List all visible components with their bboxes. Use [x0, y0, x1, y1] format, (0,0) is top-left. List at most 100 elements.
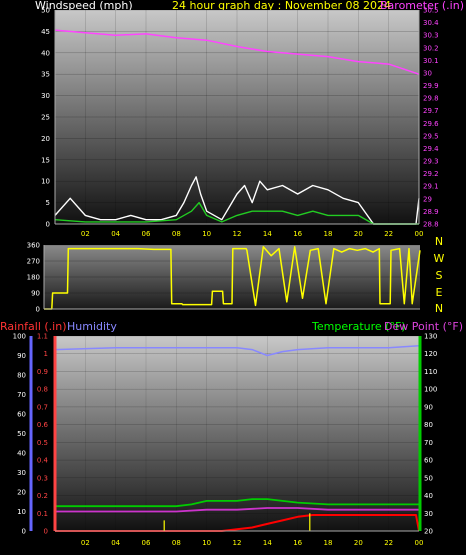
rain-y-tick: 0.5: [37, 439, 48, 447]
climate-x-tick: 10: [202, 539, 211, 547]
humidity-y-tick: 30: [17, 469, 26, 477]
barometer-y-tick: 30.5: [423, 7, 439, 15]
rain-y-tick: 0: [44, 528, 48, 536]
temperature-y-tick: 60: [424, 457, 433, 465]
rain-y-tick: 0.7: [37, 403, 48, 411]
rain-y-tick: 0.9: [37, 368, 48, 376]
barometer-y-tick: 29.4: [423, 145, 439, 153]
humidity-y-tick: 40: [17, 450, 26, 458]
climate-x-tick: 08: [172, 539, 181, 547]
temperature-y-tick: 20: [424, 528, 433, 536]
barometer-y-tick: 29.2: [423, 170, 439, 178]
wind-x-tick: 16: [293, 230, 302, 238]
temperature-y-tick: 40: [424, 492, 433, 500]
direction-y-tick: 0: [36, 306, 40, 314]
wind-x-tick: 14: [263, 230, 272, 238]
climate-x-tick: 22: [384, 539, 393, 547]
barometer-y-tick: 28.8: [423, 221, 439, 229]
temperature-y-tick: 90: [424, 403, 433, 411]
compass-letter: W: [434, 252, 445, 265]
compass-letter: N: [435, 302, 443, 315]
temperature-y-tick: 100: [424, 386, 437, 394]
rain-y-tick: 1: [44, 350, 48, 358]
temperature-y-tick: 130: [424, 333, 437, 341]
wind-x-tick: 20: [354, 230, 363, 238]
humidity-y-tick: 80: [17, 372, 26, 380]
weather-graph: Windspeed (mph) 24 hour graph day : Nove…: [0, 0, 464, 547]
wind-y-tick: 10: [41, 178, 50, 186]
rain-y-tick: 0.2: [37, 492, 48, 500]
temperature-y-tick: 30: [424, 510, 433, 518]
dewpoint-axis-title: Dew Point (°F): [384, 320, 463, 333]
rain-y-tick: 1.1: [37, 333, 48, 341]
barometer-y-tick: 30: [423, 69, 432, 77]
climate-x-tick: 12: [233, 539, 242, 547]
humidity-y-tick: 10: [17, 508, 26, 516]
climate-x-tick: 20: [354, 539, 363, 547]
climate-x-tick: 02: [81, 539, 90, 547]
compass-letter: S: [436, 269, 443, 282]
barometer-y-tick: 30.1: [423, 57, 439, 65]
wind-x-tick: 00: [415, 230, 424, 238]
climate-x-tick: 14: [263, 539, 272, 547]
barometer-y-tick: 29.7: [423, 107, 439, 115]
climate-x-tick: 06: [142, 539, 151, 547]
wind-x-tick: 12: [233, 230, 242, 238]
barometer-y-tick: 30.3: [423, 32, 439, 40]
humidity-y-tick: 60: [17, 411, 26, 419]
rain-y-tick: 0.3: [37, 474, 48, 482]
wind-x-tick: 22: [384, 230, 393, 238]
wind-y-tick: 35: [41, 71, 50, 79]
wind-y-tick: 20: [41, 135, 50, 143]
barometer-y-tick: 28.9: [423, 208, 439, 216]
barometer-y-tick: 29.8: [423, 95, 439, 103]
rain-y-tick: 0.4: [37, 457, 49, 465]
wind-y-tick: 30: [41, 92, 50, 100]
temperature-y-tick: 120: [424, 350, 437, 358]
barometer-y-tick: 29.5: [423, 132, 439, 140]
direction-y-tick: 360: [27, 242, 40, 250]
barometer-y-tick: 29.9: [423, 82, 439, 90]
climate-x-tick: 04: [111, 539, 120, 547]
humidity-y-tick: 100: [13, 333, 26, 341]
climate-x-tick: 00: [415, 539, 424, 547]
barometer-y-tick: 29.6: [423, 120, 439, 128]
wind-y-tick: 40: [41, 49, 50, 57]
humidity-y-tick: 90: [17, 352, 26, 360]
rain-y-tick: 0.1: [37, 510, 48, 518]
wind-y-tick: 25: [41, 114, 50, 122]
humidity-axis-title: Humidity: [67, 320, 117, 333]
barometer-y-tick: 29.3: [423, 158, 439, 166]
humidity-y-tick: 70: [17, 391, 26, 399]
wind-x-tick: 04: [111, 230, 120, 238]
rain-y-tick: 0.6: [37, 421, 49, 429]
wind-y-tick: 15: [41, 156, 50, 164]
temperature-y-tick: 50: [424, 474, 433, 482]
wind-x-tick: 18: [324, 230, 333, 238]
temperature-y-tick: 110: [424, 368, 437, 376]
temperature-y-tick: 70: [424, 439, 433, 447]
direction-y-tick: 90: [31, 290, 40, 298]
direction-y-tick: 180: [27, 274, 40, 282]
humidity-y-tick: 20: [17, 489, 26, 497]
wind-x-tick: 08: [172, 230, 181, 238]
wind-y-tick: 50: [41, 7, 50, 15]
compass-letter: E: [436, 286, 443, 299]
wind-y-tick: 45: [41, 28, 50, 36]
barometer-y-tick: 30.4: [423, 19, 439, 27]
barometer-y-tick: 30.2: [423, 44, 439, 52]
climate-x-tick: 16: [293, 539, 302, 547]
wind-y-tick: 5: [46, 199, 50, 207]
wind-x-tick: 02: [81, 230, 90, 238]
barometer-y-tick: 29: [423, 195, 432, 203]
humidity-y-tick: 0: [22, 528, 26, 536]
compass-letter: N: [435, 235, 443, 248]
temperature-y-tick: 80: [424, 421, 433, 429]
rainfall-axis-title: Rainfall (.in): [0, 320, 67, 333]
direction-y-tick: 270: [27, 258, 40, 266]
wind-x-tick: 06: [142, 230, 151, 238]
rain-y-tick: 0.8: [37, 386, 48, 394]
wind-y-tick: 0: [46, 221, 50, 229]
wind-x-tick: 10: [202, 230, 211, 238]
climate-x-tick: 18: [324, 539, 333, 547]
